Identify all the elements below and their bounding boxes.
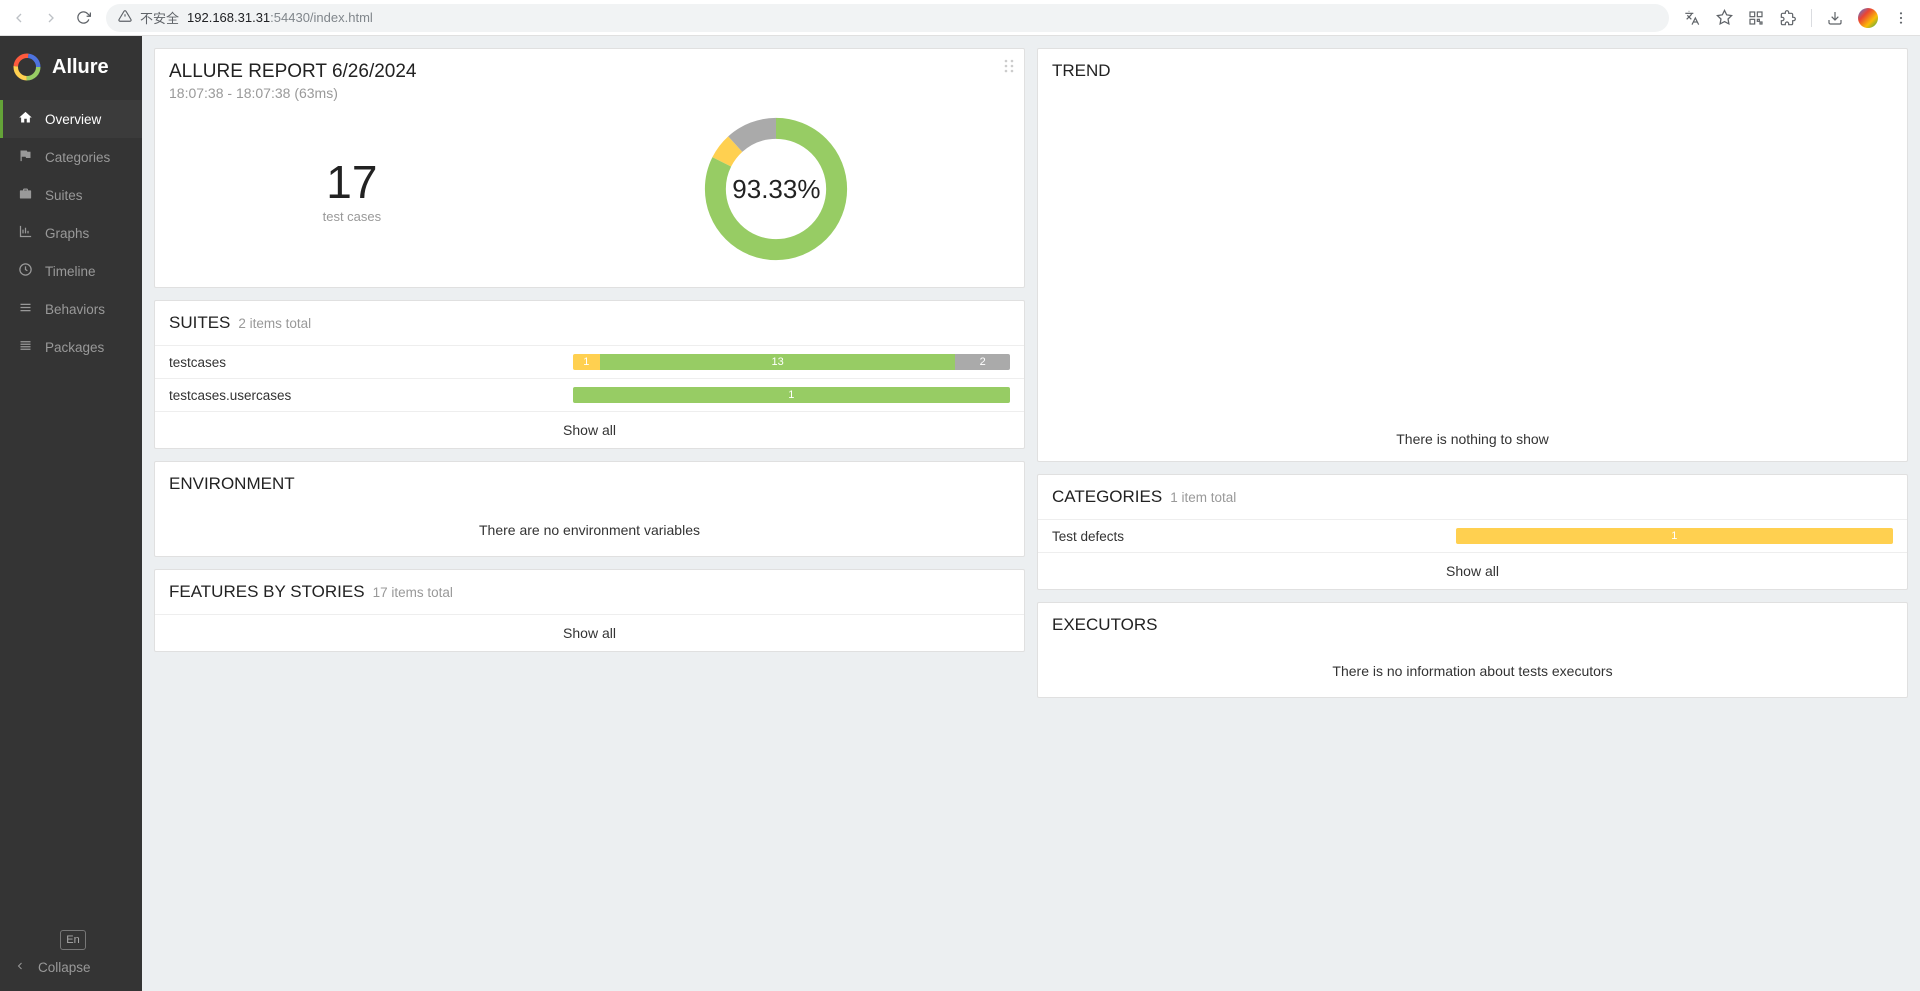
drag-handle-icon[interactable] [1004,59,1014,78]
address-bar[interactable]: 不安全 192.168.31.31:54430/index.html [106,4,1669,32]
suite-name: testcases.usercases [169,388,573,403]
sidebar-item-label: Behaviors [45,302,105,317]
chevron-left-icon [14,960,26,975]
language-button[interactable]: En [60,930,86,950]
sidebar-item-graphs[interactable]: Graphs [0,214,142,252]
test-count: 17 test cases [323,155,382,224]
suites-widget: SUITES 2 items total testcases 1 13 2 te… [154,300,1025,449]
suite-bar: 1 [573,387,1010,403]
qr-icon[interactable] [1747,9,1765,27]
environment-empty: There are no environment variables [155,506,1024,556]
features-show-all[interactable]: Show all [155,614,1024,651]
bar-segment-passed: 13 [600,354,955,370]
clock-icon [17,262,33,280]
suite-bar: 1 13 2 [573,354,1010,370]
sidebar-item-label: Timeline [45,264,96,279]
categories-show-all[interactable]: Show all [1038,552,1907,589]
categories-subtitle: 1 item total [1170,490,1236,505]
star-icon[interactable] [1715,9,1733,27]
bar-segment-broken: 1 [573,354,600,370]
sidebar-item-categories[interactable]: Categories [0,138,142,176]
features-title: FEATURES BY STORIES [169,582,365,602]
brand-name: Allure [52,56,109,79]
sidebar-nav: Overview Categories Suites Graphs Timeli… [0,100,142,920]
category-name: Test defects [1052,529,1456,544]
executors-title: EXECUTORS [1052,615,1158,635]
chrome-actions [1683,8,1910,28]
category-row[interactable]: Test defects 1 [1038,519,1907,552]
report-title: ALLURE REPORT 6/26/2024 [169,61,1010,83]
right-column: TREND There is nothing to show CATEGORIE… [1037,48,1908,979]
browser-chrome: 不安全 192.168.31.31:54430/index.html [0,0,1920,36]
sidebar-item-label: Categories [45,150,110,165]
translate-icon[interactable] [1683,9,1701,27]
bar-segment-passed: 1 [573,387,1010,403]
sidebar-item-timeline[interactable]: Timeline [0,252,142,290]
test-count-number: 17 [323,155,382,209]
bar-segment-skipped: 2 [955,354,1010,370]
extensions-icon[interactable] [1779,9,1797,27]
sidebar-item-label: Overview [45,112,101,127]
sidebar-item-overview[interactable]: Overview [0,100,142,138]
categories-title: CATEGORIES [1052,487,1162,507]
suite-row[interactable]: testcases 1 13 2 [155,345,1024,378]
url-text: 192.168.31.31:54430/index.html [187,10,373,25]
flag-icon [17,148,33,166]
layers-icon [17,338,33,356]
sidebar-item-label: Suites [45,188,83,203]
summary-widget: ALLURE REPORT 6/26/2024 18:07:38 - 18:07… [154,48,1025,288]
insecure-label: 不安全 [140,8,179,27]
sidebar-item-behaviors[interactable]: Behaviors [0,290,142,328]
insecure-icon [118,9,132,26]
barchart-icon [17,224,33,242]
sidebar: Allure Overview Categories Suites Graphs… [0,36,142,991]
executors-widget: EXECUTORS There is no information about … [1037,602,1908,698]
trend-empty: There is nothing to show [1038,423,1907,461]
menu-icon[interactable] [1892,9,1910,27]
back-button[interactable] [10,9,28,27]
sidebar-item-packages[interactable]: Packages [0,328,142,366]
main-content: ALLURE REPORT 6/26/2024 18:07:38 - 18:07… [142,36,1920,991]
sidebar-item-suites[interactable]: Suites [0,176,142,214]
left-column: ALLURE REPORT 6/26/2024 18:07:38 - 18:07… [154,48,1025,979]
download-icon[interactable] [1826,9,1844,27]
features-widget: FEATURES BY STORIES 17 items total Show … [154,569,1025,652]
list-icon [17,300,33,318]
pass-rate-value: 93.33% [696,109,856,269]
home-icon [17,110,33,128]
executors-empty: There is no information about tests exec… [1038,647,1907,697]
features-subtitle: 17 items total [373,585,453,600]
brand[interactable]: Allure [0,36,142,100]
profile-avatar[interactable] [1858,8,1878,28]
categories-widget: CATEGORIES 1 item total Test defects 1 S… [1037,474,1908,590]
category-bar: 1 [1456,528,1893,544]
suite-name: testcases [169,355,573,370]
environment-widget: ENVIRONMENT There are no environment var… [154,461,1025,557]
sidebar-item-label: Packages [45,340,104,355]
collapse-label: Collapse [38,960,91,975]
trend-widget: TREND There is nothing to show [1037,48,1908,462]
report-datetime: 18:07:38 - 18:07:38 (63ms) [169,85,1010,101]
suites-show-all[interactable]: Show all [155,411,1024,448]
environment-title: ENVIRONMENT [169,474,295,494]
trend-title: TREND [1052,61,1111,81]
sidebar-item-label: Graphs [45,226,89,241]
briefcase-icon [17,186,33,204]
suites-title: SUITES [169,313,230,333]
pass-rate-donut[interactable]: 93.33% [696,109,856,269]
reload-button[interactable] [74,9,92,27]
suites-subtitle: 2 items total [238,316,311,331]
test-count-label: test cases [323,209,382,224]
collapse-button[interactable]: Collapse [14,960,128,975]
allure-logo-icon [12,52,42,82]
forward-button[interactable] [42,9,60,27]
suite-row[interactable]: testcases.usercases 1 [155,378,1024,411]
